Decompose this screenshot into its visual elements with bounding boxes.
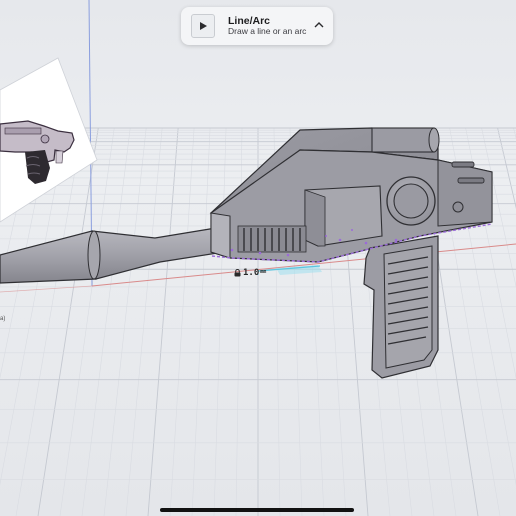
- lock-icon: [234, 269, 241, 277]
- scene-canvas[interactable]: [0, 0, 516, 516]
- tool-info-card[interactable]: Line/Arc Draw a line or an arc: [181, 7, 333, 45]
- tool-text-block: Line/Arc Draw a line or an arc: [228, 15, 306, 37]
- front-vent-slats: [237, 225, 307, 253]
- chevron-up-icon[interactable]: [313, 19, 325, 31]
- dimension-readout[interactable]: 1.0 mm: [234, 268, 266, 278]
- edge-glyph: a): [0, 316, 6, 322]
- dimension-value: 1.0: [243, 268, 260, 278]
- dimension-unit: mm: [260, 268, 267, 275]
- tool-description: Draw a line or an arc: [228, 26, 307, 37]
- 3d-viewport[interactable]: Line/Arc Draw a line or an arc 1.0 mm a): [0, 0, 516, 516]
- line-arc-thumbnail-icon: [191, 14, 215, 38]
- gun-grip[interactable]: [363, 235, 439, 379]
- side-screw: [452, 201, 464, 213]
- home-indicator[interactable]: [160, 508, 354, 512]
